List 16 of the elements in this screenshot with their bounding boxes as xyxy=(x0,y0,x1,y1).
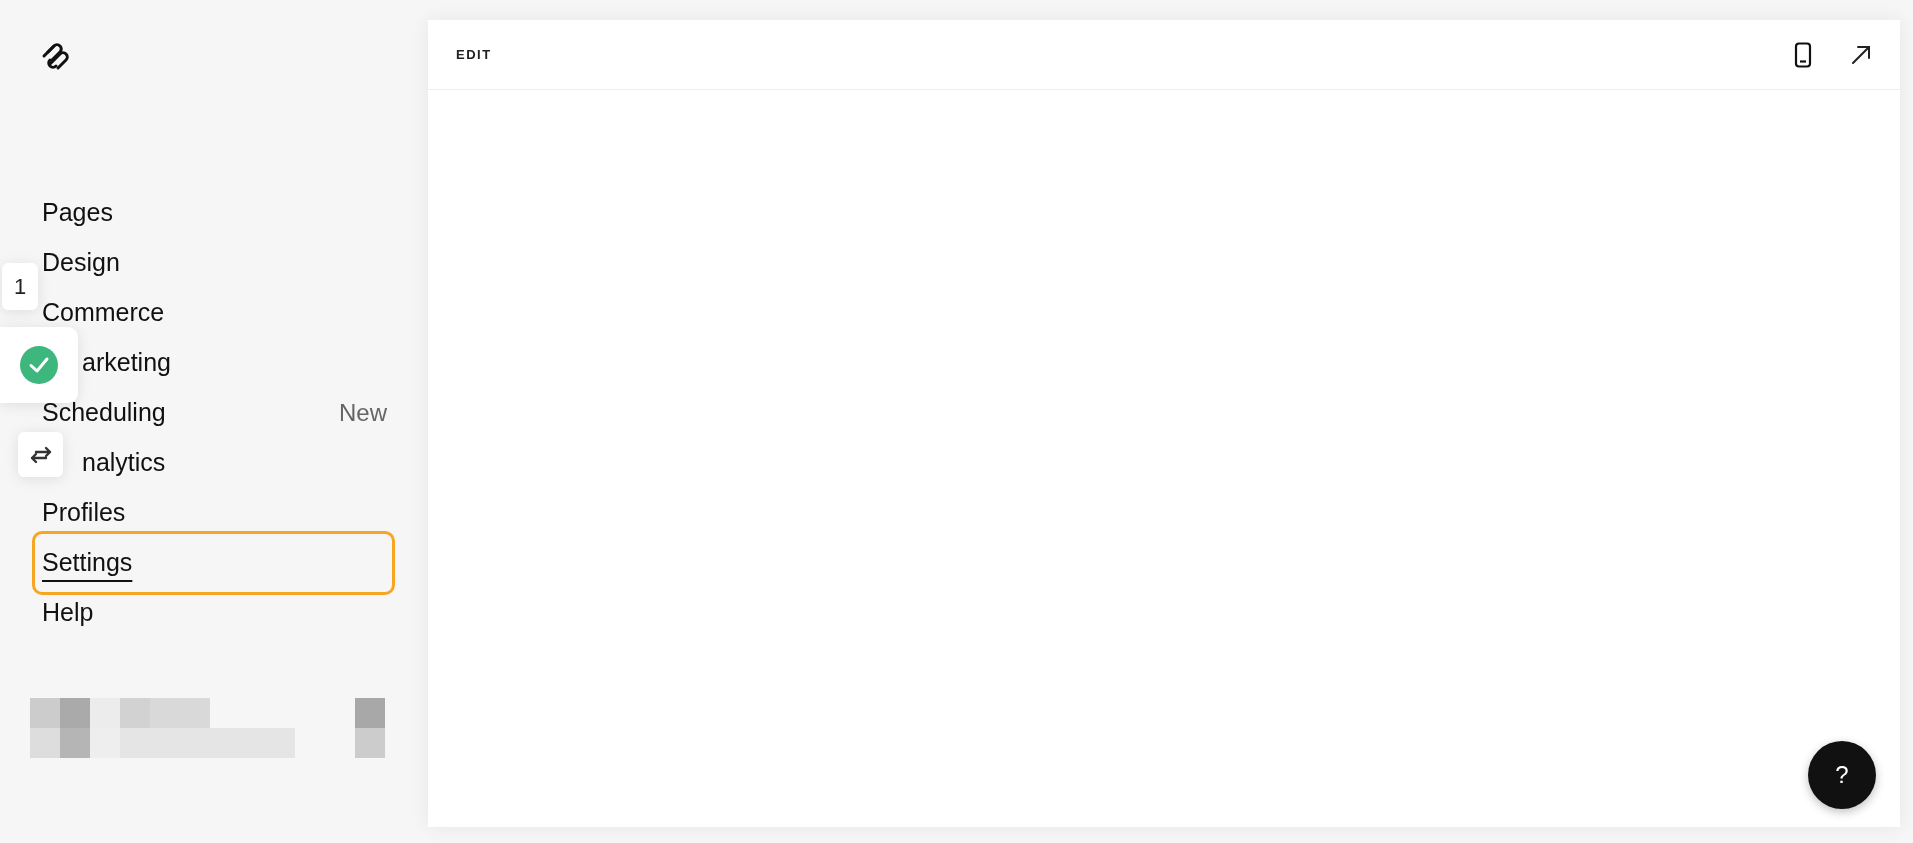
counter-badge: 1 xyxy=(2,263,38,310)
phone-icon xyxy=(1794,41,1812,68)
menu-item[interactable]: Help xyxy=(42,596,94,630)
menu-item[interactable]: arketing xyxy=(82,346,171,380)
menu-item[interactable]: Profiles xyxy=(42,496,126,530)
menu-item[interactable]: Commerce xyxy=(42,296,165,330)
arrow-icon xyxy=(1850,43,1872,66)
menu-item[interactable]: Settings xyxy=(32,531,395,595)
menu-item[interactable]: nalytics xyxy=(82,446,166,480)
edit-label: EDIT xyxy=(456,45,492,64)
new-label: New xyxy=(339,398,387,428)
menu-item[interactable]: Scheduling New xyxy=(42,396,387,430)
help-button[interactable]: ? xyxy=(1808,741,1876,809)
menu-item[interactable]: Design xyxy=(42,246,120,280)
menu-item[interactable]: Pages xyxy=(42,196,113,230)
swap-arrows-icon[interactable] xyxy=(29,445,52,464)
